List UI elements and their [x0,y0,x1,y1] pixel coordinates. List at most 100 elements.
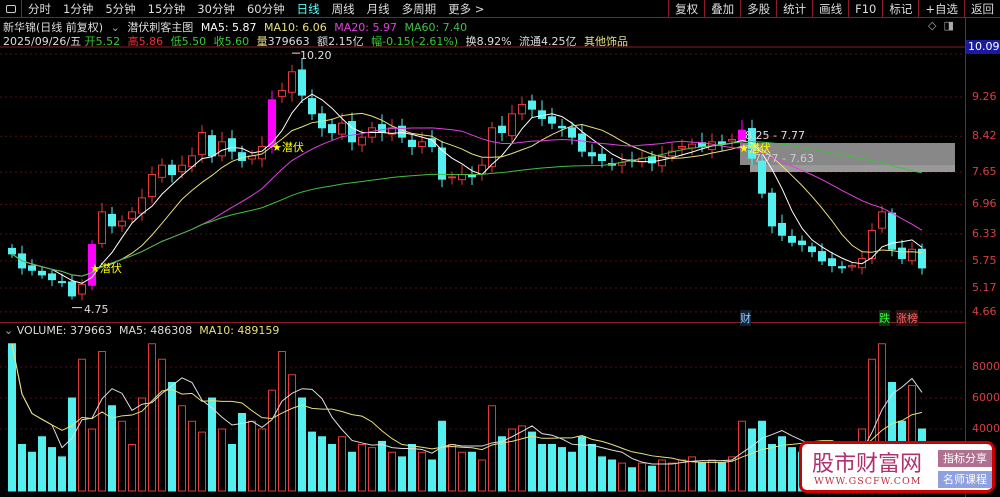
signal-label: ★潜伏 [272,141,304,154]
price-tick: 9.26 [972,90,997,103]
candle-body [208,135,216,157]
volume-bar [618,462,626,492]
volume-bar [248,420,256,492]
signal-label: ★潜伏 [739,142,771,155]
volume-bar [668,462,676,492]
volume-bar [48,447,56,492]
candle-body [298,69,306,96]
volume-bar [438,420,446,492]
signal-label: ★潜伏 [90,262,122,275]
watermark-title: 股市财富网 [812,452,923,477]
candle-body [538,110,546,119]
candle-body [278,89,286,97]
volume-bar [168,382,176,492]
volume-bar [648,465,656,492]
candle-body [578,133,586,152]
candle-body [758,160,766,194]
volume-bar [328,444,336,492]
volume-bar [218,428,226,492]
volume-bar [428,459,436,492]
candle-body [378,124,386,133]
signal-text: 潜伏 [99,262,122,275]
candle-body [768,192,776,227]
candle-body [148,174,156,198]
candle-body [108,213,116,227]
volume-bar [28,451,36,492]
candle-body [78,283,86,295]
volume-bar [318,436,326,492]
max-price-label: 10.20 [300,49,332,62]
volume-bar [348,451,356,492]
volume-header: ⌄ VOLUME: 379663 MA5: 486308 MA10: 48915… [0,322,965,338]
drop-marker[interactable]: 跌 [879,310,890,326]
price-highlight: 10.09 [966,40,1000,54]
volume-bar [718,462,726,492]
chevron-down-icon[interactable]: ⌄ [4,324,13,337]
volume-bar [768,444,776,492]
min-price-label: 4.75 [84,303,109,316]
volume-tick: 40000 [972,422,1000,435]
candle-body [98,211,106,244]
watermark-logo: 股市财富网 WWW.GSCFW.COM 指标分享 名师课程 [799,441,995,493]
volume-bar [498,436,506,492]
volume-bar [748,428,756,492]
volume-bar [448,444,456,492]
candle-body [528,100,536,110]
price-tick: 6.33 [972,226,997,240]
candle-body [838,266,846,269]
volume-bar [568,451,576,492]
price-tick: 7.65 [972,165,997,179]
candle-body [68,281,76,297]
candle-body [418,141,426,148]
axis-divider [965,18,966,497]
volume-bar [628,467,636,492]
candle-body [118,220,126,227]
toolbar-button[interactable]: 返回 [964,0,1000,18]
volume-bar [388,451,396,492]
candle-body [408,139,416,148]
candle-body [908,248,916,262]
volume-bar [558,447,566,492]
signal-text: 潜伏 [748,142,771,155]
candle-body [788,235,796,243]
range-box [750,165,955,172]
volume-bar [728,456,736,492]
volume-bar [88,428,96,492]
candle-body [288,71,296,93]
candle-body [588,152,596,157]
volume-bar [678,459,686,492]
volume-bar [608,459,616,492]
candle-body [558,125,566,129]
volume-bar [338,436,346,492]
volume-bar [188,420,196,492]
volume-bar [788,447,796,492]
candle-body [548,116,556,124]
volume-bar [198,431,206,492]
volume-bar [658,459,666,492]
price-tick: 6.96 [972,197,997,211]
volume-bar [538,444,546,492]
candle-body [198,131,206,155]
watermark-badge-share: 指标分享 [938,450,992,467]
volume-bar [18,444,26,492]
candle-body [168,164,176,176]
volume-bar [418,451,426,492]
kline-chart[interactable] [0,0,965,497]
volume-bar [468,451,476,492]
volume-bar [698,462,706,492]
candle-body [38,270,46,276]
volume-bar [638,462,646,492]
rise-list-marker[interactable]: 涨榜 [896,310,918,326]
candle-body [778,222,786,236]
volume-bar [148,343,156,492]
finance-marker[interactable]: 财 [740,310,751,326]
candle-body [808,246,816,253]
volume-bar [258,428,266,492]
volume-bar [298,397,306,492]
candle-body [138,197,146,214]
volume-bar [488,405,496,492]
volume-bar [358,444,366,492]
volume-bar [278,351,286,492]
volume-bar [118,420,126,492]
volume-bar [518,425,526,492]
